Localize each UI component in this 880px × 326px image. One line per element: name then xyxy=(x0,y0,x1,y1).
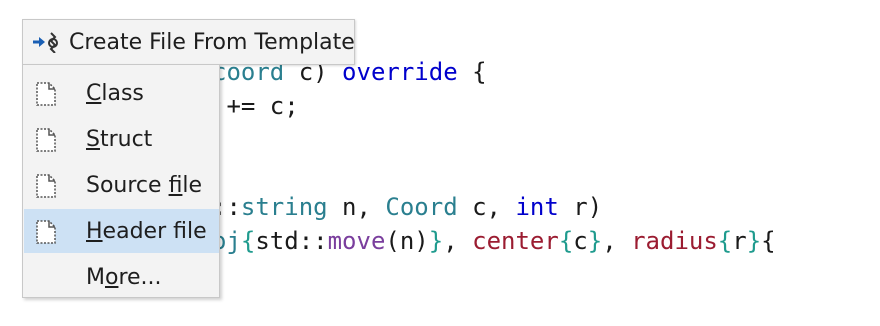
code-token: center xyxy=(472,227,559,255)
code-token: string xyxy=(240,193,328,221)
menu-item-label: Class xyxy=(86,81,144,106)
code-token: { xyxy=(558,227,574,255)
code-line-3: ::string n, Coord c, int r) xyxy=(212,193,602,221)
popup-title: Create File From Template xyxy=(22,19,355,65)
file-icon xyxy=(36,220,56,244)
code-token: r) xyxy=(558,193,603,221)
popup-title-label: Create File From Template xyxy=(69,30,355,55)
code-line-4: oj{std::move(n)}, center{c}, radius{r}{ xyxy=(212,227,776,255)
code-token: (n) xyxy=(385,227,429,255)
code-token: { xyxy=(717,227,733,255)
menu-item-struct[interactable]: Struct xyxy=(24,117,219,161)
code-token: n, xyxy=(327,193,386,221)
code-token: { xyxy=(240,227,256,255)
code-token: , xyxy=(602,227,632,255)
menu-item-label: More... xyxy=(86,265,162,290)
code-token: c xyxy=(573,227,588,255)
code-line-2: += c; xyxy=(212,92,299,120)
code-token: c, xyxy=(457,193,516,221)
menu-item-header-file[interactable]: Header file xyxy=(24,209,219,253)
menu-item-label: Struct xyxy=(86,127,153,152)
code-token: radius xyxy=(631,227,718,255)
code-token: { xyxy=(457,58,487,86)
code-token: move xyxy=(327,227,386,255)
code-token: Coord xyxy=(385,193,458,221)
code-token: r xyxy=(732,227,747,255)
code-token: std:: xyxy=(255,227,328,255)
code-token: } xyxy=(587,227,603,255)
file-icon xyxy=(36,82,56,106)
code-token: } xyxy=(746,227,762,255)
menu-item-label: Source file xyxy=(86,173,203,198)
code-token: override xyxy=(342,58,458,86)
template-menu: Class Struct Source file Header file Mor… xyxy=(22,64,220,298)
menu-item-label: Header file xyxy=(86,219,207,244)
code-token: { xyxy=(761,227,776,255)
menu-item-class[interactable]: Class xyxy=(24,71,219,115)
code-token: += c; xyxy=(212,92,299,120)
menu-item-more[interactable]: More... xyxy=(24,255,219,299)
code-token: int xyxy=(515,193,559,221)
menu-item-source-file[interactable]: Source file xyxy=(24,163,219,207)
create-from-template-icon xyxy=(33,32,58,53)
file-icon xyxy=(36,174,56,198)
code-token: } xyxy=(428,227,444,255)
code-token: , xyxy=(443,227,473,255)
file-icon xyxy=(36,128,56,152)
